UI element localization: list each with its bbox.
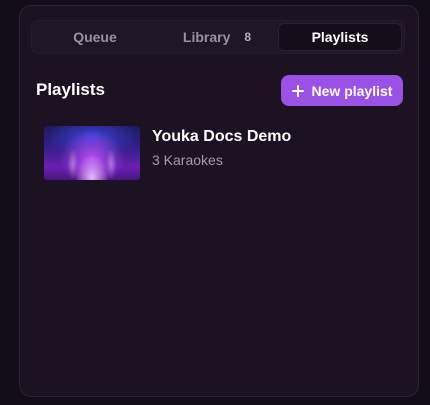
- playlist-item[interactable]: Youka Docs Demo 3 Karaokes: [44, 126, 394, 182]
- tab-playlists-label: Playlists: [311, 29, 369, 45]
- playlist-thumbnail: [44, 126, 140, 180]
- plus-icon: [291, 84, 304, 97]
- playlist-name: Youka Docs Demo: [152, 128, 292, 145]
- playlist-count: 3 Karaokes: [152, 152, 223, 168]
- library-count-badge: 8: [244, 30, 252, 44]
- tab-library-label: Library: [182, 29, 231, 45]
- tab-library[interactable]: Library 8: [156, 23, 278, 51]
- tab-queue-label: Queue: [73, 29, 117, 45]
- tab-queue[interactable]: Queue: [34, 23, 156, 51]
- tab-bar: Queue Library 8 Playlists: [31, 20, 405, 54]
- playlists-panel: Queue Library 8 Playlists Playlists New …: [19, 5, 419, 397]
- playlist-meta: Youka Docs Demo 3 Karaokes: [152, 126, 291, 168]
- new-playlist-label: New playlist: [311, 82, 393, 99]
- tab-playlists[interactable]: Playlists: [278, 23, 402, 51]
- new-playlist-button[interactable]: New playlist: [281, 75, 403, 106]
- section-title: Playlists: [36, 80, 105, 99]
